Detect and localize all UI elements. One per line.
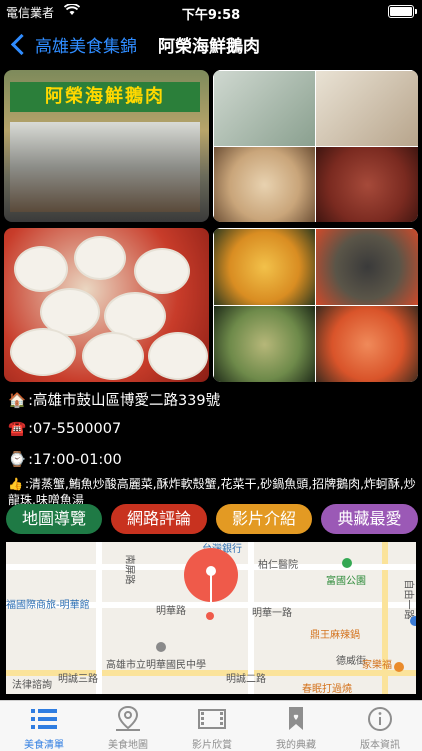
clock: 下午9:58 — [181, 8, 241, 23]
tab-my-collection[interactable]: 我的典藏 — [254, 701, 338, 751]
tab-version-info[interactable]: 版本資訊 — [338, 701, 422, 751]
map-label: 明誠三路 — [58, 674, 98, 685]
tab-food-list[interactable]: 美食清單 — [2, 701, 86, 751]
list-icon — [29, 706, 59, 732]
address-text: :高雄市鼓山區博愛二路339號 — [28, 393, 221, 409]
location-pin-stem — [210, 572, 212, 608]
dishes-text: :清蒸蟹,鮪魚炒酸高麗菜,酥炸軟殼蟹,花菜干,砂鍋魚頭,招牌鵝肉,炸蚵酥,炒龍珠… — [8, 477, 416, 507]
seafood-table-photo[interactable] — [4, 228, 209, 382]
location-pin-base — [206, 612, 214, 620]
storefront-photo[interactable]: 阿榮海鮮鵝肉 — [4, 70, 209, 222]
tab-bar: 美食清單 美食地圖 影片欣賞 我的典藏 版本資訊 — [0, 700, 422, 751]
hours-line: ⌚:17:00-01:00 — [8, 451, 418, 468]
map-label: 春眠打過燒 — [302, 684, 352, 694]
dining-hall-image — [10, 122, 200, 212]
page-title: 阿榮海鮮鵝肉 — [158, 37, 260, 57]
favorite-button[interactable]: 典藏最愛 — [321, 504, 418, 534]
map-label: 明華路 — [156, 606, 186, 617]
back-button[interactable]: 高雄美食集錦 — [8, 30, 137, 58]
tab-videos[interactable]: 影片欣賞 — [170, 701, 254, 751]
action-buttons: 地圖導覽 網路評論 影片介紹 典藏最愛 — [6, 504, 418, 536]
navigation-bar: 高雄美食集錦 阿榮海鮮鵝肉 — [0, 22, 422, 66]
map-label: 明誠二路 — [226, 674, 266, 685]
park-icon — [342, 558, 352, 568]
clock-icon: ⌚ — [8, 452, 27, 468]
phone-text: :07-5500007 — [28, 421, 122, 437]
map-nav-button[interactable]: 地圖導覽 — [6, 504, 102, 534]
map-label: 柏仁醫院 — [258, 560, 298, 571]
tab-label: 我的典藏 — [276, 740, 316, 751]
info-icon — [365, 706, 395, 732]
map-label: 明華一路 — [252, 608, 292, 619]
back-button-label: 高雄美食集錦 — [35, 36, 137, 57]
map-label: 鼎王麻辣鍋 — [310, 630, 360, 641]
shop-icon — [394, 662, 404, 672]
school-icon — [156, 642, 166, 652]
location-map[interactable]: 台灣銀行 柏仁醫院 富國公園 福國際商旅-明華館 明華路 明華一路 鼎王麻辣鍋 … — [6, 542, 416, 694]
dish-collage-photo-2[interactable] — [213, 228, 418, 382]
tab-food-map[interactable]: 美食地圖 — [86, 701, 170, 751]
map-label: 福國際商旅-明華館 — [6, 600, 90, 611]
film-icon — [197, 706, 227, 732]
map-label: 南屏路 — [123, 554, 135, 585]
address-line: 🏠:高雄市鼓山區博愛二路339號 — [8, 389, 418, 410]
tab-label: 美食清單 — [24, 740, 64, 751]
chevron-left-icon — [10, 33, 33, 55]
map-label: 家樂福 — [362, 660, 392, 671]
status-bar: 電信業者 下午9:58 — [0, 0, 422, 23]
storefront-sign: 阿榮海鮮鵝肉 — [10, 82, 200, 112]
map-label: 高雄市立明華國民中學 — [106, 660, 206, 671]
photo-grid: 阿榮海鮮鵝肉 — [4, 70, 418, 382]
video-button[interactable]: 影片介紹 — [216, 504, 312, 534]
map-label: 法律諮詢 — [12, 680, 52, 691]
tab-label: 版本資訊 — [360, 740, 400, 751]
bookmark-heart-icon — [281, 706, 311, 732]
tab-label: 美食地圖 — [108, 740, 148, 751]
phone-line[interactable]: ☎️:07-5500007 — [8, 420, 418, 437]
poi-icon — [410, 616, 416, 626]
map-label: 富國公園 — [326, 576, 366, 587]
tab-label: 影片欣賞 — [192, 740, 232, 751]
map-label: 自由一路 — [402, 579, 414, 620]
house-icon: 🏠 — [8, 393, 27, 409]
telephone-icon: ☎️ — [8, 421, 27, 437]
dish-collage-photo-1[interactable] — [213, 70, 418, 222]
map-pin-icon — [113, 705, 143, 732]
battery-icon — [388, 5, 417, 18]
thumbs-up-icon: 👍 — [8, 477, 23, 491]
hours-text: :17:00-01:00 — [28, 452, 122, 468]
reviews-button[interactable]: 網路評論 — [111, 504, 207, 534]
